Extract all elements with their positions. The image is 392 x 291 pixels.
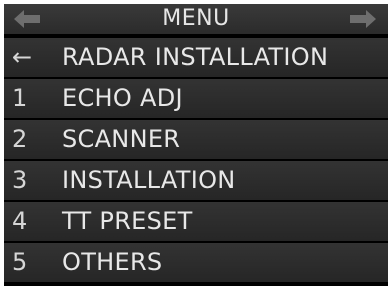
menu-item-label: INSTALLATION	[62, 166, 236, 194]
menu-item-key: 4	[12, 207, 28, 235]
menu-item-key: 5	[12, 248, 28, 276]
menu-item-key: 3	[12, 166, 28, 194]
menu-item-label: OTHERS	[62, 248, 163, 276]
menu-item-key: ←	[12, 43, 33, 71]
menu-title: MENU	[162, 6, 230, 31]
menu-item-scanner[interactable]: 2 SCANNER	[4, 120, 388, 159]
menu-item-installation[interactable]: 3 INSTALLATION	[4, 161, 388, 200]
menu-item-label: SCANNER	[62, 125, 181, 153]
menu-item-label: RADAR INSTALLATION	[62, 43, 329, 71]
menu-header: MENU	[4, 4, 388, 34]
menu-item-others[interactable]: 5 OTHERS	[4, 243, 388, 282]
menu-panel: MENU ← RADAR INSTALLATION 1 ECHO ADJ 2 S…	[4, 4, 388, 286]
menu-item-echo-adj[interactable]: 1 ECHO ADJ	[4, 79, 388, 118]
menu-item-label: ECHO ADJ	[62, 84, 183, 112]
menu-item-label: TT PRESET	[62, 207, 193, 235]
menu-item-back-radar-installation[interactable]: ← RADAR INSTALLATION	[4, 38, 388, 77]
arrow-right-icon[interactable]	[348, 6, 378, 32]
menu-item-key: 2	[12, 125, 28, 153]
menu-item-key: 1	[12, 84, 28, 112]
menu-item-tt-preset[interactable]: 4 TT PRESET	[4, 202, 388, 241]
